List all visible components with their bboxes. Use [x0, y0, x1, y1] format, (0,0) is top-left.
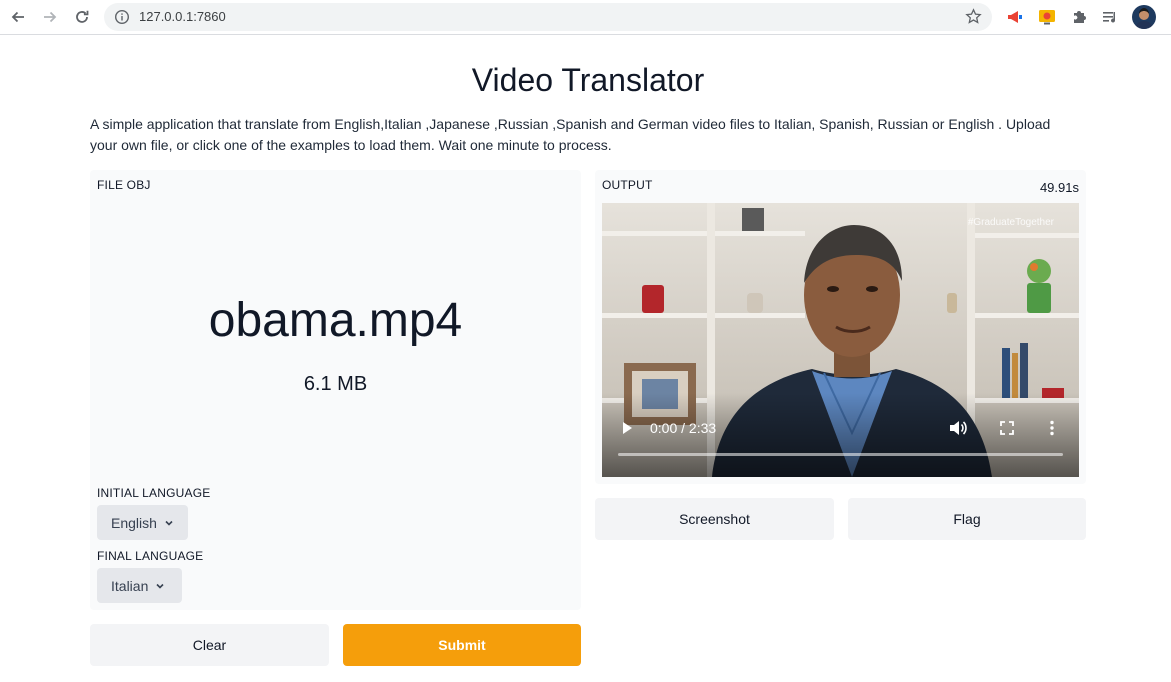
- video-time: 0:00 / 2:33: [650, 420, 717, 436]
- play-icon[interactable]: [620, 420, 634, 441]
- initial-language-value: English: [111, 514, 157, 531]
- initial-language-dropdown[interactable]: English: [97, 505, 188, 540]
- address-bar[interactable]: 127.0.0.1:7860: [104, 3, 992, 31]
- arrow-left-icon: [11, 11, 24, 23]
- page-title: Video Translator: [471, 62, 705, 98]
- clear-button[interactable]: Clear: [90, 624, 329, 666]
- fullscreen-icon[interactable]: [999, 420, 1015, 441]
- url-text[interactable]: 127.0.0.1:7860: [139, 9, 226, 24]
- initial-language-label: INITIAL LANGUAGE: [97, 486, 211, 500]
- file-input-label: FILE OBJ: [97, 178, 151, 192]
- flag-button[interactable]: Flag: [848, 498, 1086, 540]
- chevron-down-icon: [164, 518, 174, 528]
- screenshot-button[interactable]: Screenshot: [595, 498, 834, 540]
- info-icon[interactable]: [114, 9, 130, 30]
- uploaded-file-size: 6.1 MB: [303, 373, 368, 395]
- final-language-value: Italian: [111, 577, 149, 594]
- input-panel: FILE OBJ obama.mp4 6.1 MB INITIAL LANGUA…: [90, 170, 581, 610]
- file-upload-area[interactable]: obama.mp4 6.1 MB: [90, 200, 581, 480]
- more-options-icon[interactable]: [1049, 420, 1055, 441]
- media-queue-icon[interactable]: [1101, 7, 1121, 27]
- megaphone-extension-icon[interactable]: [1005, 7, 1025, 27]
- submit-button[interactable]: Submit: [343, 624, 581, 666]
- browser-toolbar: 127.0.0.1:7860: [0, 0, 1171, 35]
- volume-icon[interactable]: [948, 419, 968, 442]
- bookmark-star-icon[interactable]: [965, 8, 982, 30]
- final-language-label: FINAL LANGUAGE: [97, 549, 204, 563]
- elapsed-time: 49.91s: [1039, 180, 1079, 195]
- reload-button[interactable]: [69, 5, 95, 29]
- app-description: A simple application that translate from…: [90, 116, 1051, 153]
- profile-avatar[interactable]: [1132, 5, 1156, 29]
- back-button[interactable]: [5, 5, 31, 29]
- video-seek-bar[interactable]: [618, 453, 1063, 456]
- arrow-right-icon: [44, 11, 57, 23]
- puzzle-extensions-icon[interactable]: [1069, 7, 1089, 27]
- uploaded-file-name: obama.mp4: [208, 294, 463, 347]
- chevron-down-icon: [155, 581, 165, 591]
- reload-icon: [76, 10, 89, 23]
- video-watermark: #GraduateTogether: [968, 217, 1055, 228]
- forward-button[interactable]: [37, 5, 63, 29]
- final-language-dropdown[interactable]: Italian: [97, 568, 182, 603]
- screencast-extension-icon[interactable]: [1037, 7, 1057, 27]
- video-player[interactable]: #GraduateTogether 0:00 / 2:33: [602, 203, 1079, 477]
- output-label: OUTPUT: [602, 178, 653, 192]
